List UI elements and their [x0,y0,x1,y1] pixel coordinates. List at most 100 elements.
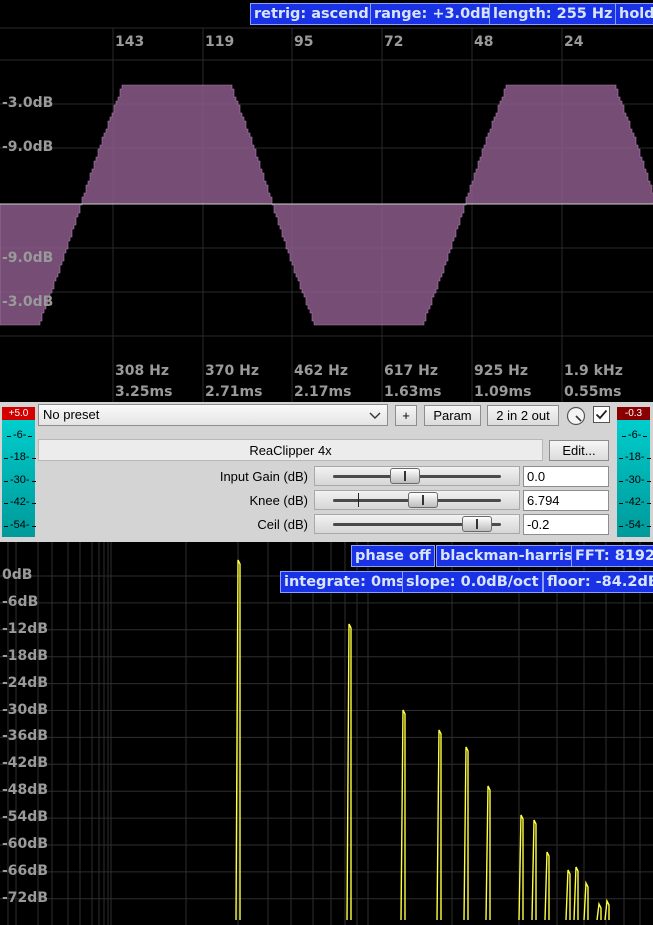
ceil-slider[interactable] [314,514,520,534]
spectrum-peak [485,785,491,921]
param-button[interactable]: Param [424,405,481,426]
fft-size-button[interactable]: FFT: 8192 [571,545,653,567]
range-button[interactable]: range: +3.0dB [370,3,496,25]
freq-label: 370 Hz [205,363,259,379]
knee-label: Knee (dB) [249,493,308,508]
spectrum-peak [400,709,406,921]
input-peak-readout[interactable]: +5.0 [2,407,35,420]
db-label: -3.0dB [2,95,54,111]
knee-default-marker [358,493,359,507]
meter-tick: -30- [619,474,651,486]
freq-label: 308 Hz [115,363,169,379]
slider-thumb[interactable] [408,492,438,508]
slider-thumb[interactable] [390,468,420,484]
ceil-value[interactable]: -0.2 [523,514,609,535]
marker-label: 95 [294,34,314,50]
edit-button[interactable]: Edit... [549,440,609,461]
freq-label: 462 Hz [294,363,348,379]
freq-label: 617 Hz [384,363,438,379]
hold-button[interactable]: hold [615,3,653,25]
oscilloscope-view: retrig: ascend range: +3.0dB length: 255… [0,0,653,402]
marker-label: 48 [474,34,494,50]
db-axis-label: -6dB [2,593,39,610]
marker-label: 24 [564,34,584,50]
add-preset-button[interactable]: + [395,405,417,426]
spectrum-peak [583,880,589,921]
input-gain-label: Input Gain (dB) [219,469,308,484]
knee-value[interactable]: 6.794 [523,490,609,511]
time-label: 2.71ms [205,384,263,400]
input-gain-slider[interactable] [314,466,520,486]
freq-label: 1.9 kHz [564,363,623,379]
time-label: 2.17ms [294,384,352,400]
floor-button[interactable]: floor: -84.2dB [543,571,653,593]
knee-slider[interactable] [314,490,520,510]
spectrum-peak [518,814,524,921]
db-axis-label: -18dB [2,647,48,664]
db-axis-label: -24dB [2,674,48,691]
db-axis-label: -66dB [2,862,48,879]
window-button[interactable]: blackman-harris [436,545,577,567]
time-label: 0.55ms [564,384,622,400]
time-label: 3.25ms [115,384,173,400]
phase-button[interactable]: phase off [351,545,435,567]
meter-tick: -42- [619,496,651,508]
ceil-label: Ceil (dB) [257,517,308,532]
marker-label: 119 [205,34,235,50]
db-axis-label: -12dB [2,620,48,637]
spectrum-peak [565,869,571,921]
chevron-down-icon [369,412,381,419]
meter-tick: -6- [6,429,34,441]
db-label: -9.0dB [2,250,54,266]
db-axis-label: -72dB [2,889,48,906]
input-gain-value[interactable]: 0.0 [523,466,609,487]
spectrum-peak [573,866,579,921]
output-peak-readout[interactable]: -0.3 [617,407,650,420]
wet-knob-icon[interactable] [565,405,587,427]
marker-label: 72 [384,34,404,50]
meter-tick: -30- [4,474,36,486]
meter-tick: -6- [621,429,649,441]
bypass-checkbox[interactable] [593,406,611,424]
slider-thumb[interactable] [462,516,492,532]
preset-value: No preset [43,407,100,422]
db-axis-label: -30dB [2,701,48,718]
waveform-shape [0,84,653,326]
preset-dropdown[interactable]: No preset [38,404,388,426]
meter-tick: -18- [4,451,36,463]
spectrum-analyzer: phase off blackman-harris FFT: 8192 inte… [0,542,653,925]
output-meter: -0.3 -6- -18- -30- -42- -54- [617,407,651,537]
meter-tick: -54- [619,519,651,531]
freq-label: 925 Hz [474,363,528,379]
plugin-name: ReaClipper 4x [249,443,332,458]
meter-tick: -42- [4,496,36,508]
marker-label: 143 [115,34,145,50]
plugin-title-bar: ReaClipper 4x [38,439,543,461]
meter-tick: -18- [619,451,651,463]
db-axis-label: -36dB [2,728,48,745]
slope-button[interactable]: slope: 0.0dB/oct [402,571,543,593]
db-axis-label: -48dB [2,782,48,799]
spectrum-peak [531,819,537,921]
db-axis-label: -54dB [2,809,48,826]
input-meter: +5.0 -6- -18- -30- -42- -54- [2,407,36,537]
db-axis-label: -42dB [2,755,48,772]
spectrum-grid [0,542,653,925]
db-label: -3.0dB [2,294,54,310]
plugin-panel: +5.0 -6- -18- -30- -42- -54- No preset +… [0,402,653,542]
db-label: -9.0dB [2,139,54,155]
db-axis-label: 0dB [2,567,33,583]
waveform-display [0,27,653,402]
time-label: 1.09ms [474,384,532,400]
length-button[interactable]: length: 255 Hz [489,3,617,25]
integrate-button[interactable]: integrate: 0ms [280,571,409,593]
spectrum-peak [544,851,550,921]
io-routing-button[interactable]: 2 in 2 out [487,405,559,426]
spectrum-peak [346,623,352,921]
spectrum-display [0,542,653,925]
spectrum-peak [596,901,602,921]
retrig-button[interactable]: retrig: ascend [250,3,373,25]
meter-tick: -54- [4,519,36,531]
spectrum-peak [436,729,442,921]
spectrum-peak [463,746,469,921]
